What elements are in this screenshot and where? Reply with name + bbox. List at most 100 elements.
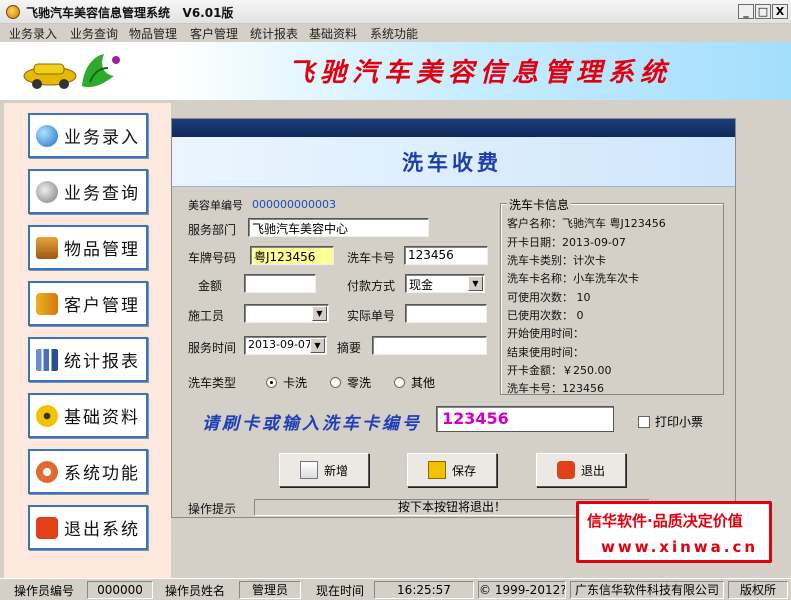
menu-item[interactable]: 系统功能 (370, 25, 418, 42)
chevron-down-icon[interactable]: ▼ (310, 338, 325, 353)
save-button[interactable]: 保存 (407, 453, 497, 487)
amount-label: 金额 (198, 279, 223, 293)
menu-item[interactable]: 物品管理 (129, 25, 177, 42)
card-info-group: 洗车卡信息 客户名称：飞驰汽车 粤J123456 开卡日期：2013-09-07… (500, 196, 724, 395)
restore-button[interactable]: □ (755, 4, 771, 19)
service-time-label: 服务时间 (188, 341, 237, 355)
promo-slogan: 信华软件·品质决定价值 (587, 512, 743, 530)
sidebar-item-goods[interactable]: 物品管理 (28, 225, 148, 270)
pay-method-label: 付款方式 (347, 279, 396, 293)
card-no-label: 洗车卡号 (347, 251, 396, 265)
operator-no-value: 000000 (87, 581, 153, 599)
banner: 飞驰汽车美容信息管理系统 (0, 42, 791, 100)
chevron-down-icon[interactable]: ▼ (468, 276, 483, 291)
sidebar-item-label: 系统功能 (64, 464, 140, 484)
menu-item[interactable]: 基础资料 (309, 25, 357, 42)
operator-no-label: 操作员编号 (14, 584, 75, 598)
sidebar-item-basic-data[interactable]: 基础资料 (28, 393, 148, 438)
exit-button[interactable]: 退出 (536, 453, 626, 487)
sidebar-item-label: 业务录入 (64, 128, 140, 148)
worker-select[interactable]: ▼ (244, 304, 329, 323)
amount-field[interactable] (244, 274, 316, 293)
panel-header: 洗车收费 (172, 137, 735, 187)
card-info-line: 开卡金额：￥250.00 (507, 364, 612, 377)
copyright-text: © 1999-2012? (478, 581, 566, 599)
card-info-line: 客户名称：飞驰汽车 粤J123456 (507, 217, 666, 230)
wash-type-single-radio[interactable]: 零洗 (330, 374, 371, 391)
users-icon (36, 292, 58, 315)
title-bar: 飞驰汽车美容信息管理系统 V6.01版 _ □ X (0, 0, 791, 24)
banner-title: 飞驰汽车美容信息管理系统 (288, 58, 673, 88)
actual-no-label: 实际单号 (347, 309, 396, 323)
globe-icon (36, 124, 58, 147)
car-logo (20, 46, 124, 96)
menu-item[interactable]: 统计报表 (250, 25, 298, 42)
card-number-input[interactable]: 123456 (436, 406, 614, 432)
minimize-button[interactable]: _ (738, 4, 754, 19)
new-document-icon (299, 461, 318, 479)
plate-label: 车牌号码 (188, 251, 237, 265)
sidebar-item-business-entry[interactable]: 业务录入 (28, 113, 148, 158)
chevron-down-icon[interactable]: ▼ (312, 306, 327, 321)
sidebar-item-label: 基础资料 (64, 408, 140, 428)
worker-label: 施工员 (188, 309, 225, 323)
operator-name-label: 操作员姓名 (165, 584, 226, 598)
radio-dot (266, 377, 277, 388)
promo-url: www.xinwa.cn (601, 538, 759, 556)
menu-item[interactable]: 客户管理 (190, 25, 238, 42)
card-info-line: 洗车卡类别：计次卡 (507, 254, 606, 267)
swipe-card-prompt: 请刷卡或输入洗车卡编号 (202, 414, 422, 434)
service-time-value: 2013-09-07 (248, 338, 312, 351)
bar-chart-icon (36, 348, 58, 371)
card-info-line: 洗车卡号：123456 (507, 382, 604, 395)
actual-no-field[interactable] (405, 304, 487, 323)
service-time-picker[interactable]: 2013-09-07 ▼ (244, 336, 327, 355)
hint-label: 操作提示 (188, 502, 237, 516)
card-info-line: 已使用次数： 0 (507, 309, 584, 322)
radio-label: 零洗 (347, 376, 372, 390)
save-button-label: 保存 (451, 463, 476, 478)
sidebar-item-label: 统计报表 (64, 352, 140, 372)
pay-method-select[interactable]: 现金 ▼ (405, 274, 485, 293)
sidebar-item-customers[interactable]: 客户管理 (28, 281, 148, 326)
pay-method-value: 现金 (409, 278, 434, 292)
card-info-line: 洗车卡名称：小车洗车次卡 (507, 272, 639, 285)
panel-top-bar (172, 119, 735, 137)
sidebar-item-reports[interactable]: 统计报表 (28, 337, 148, 382)
rights-text: 版权所 (728, 581, 788, 599)
card-info-line: 开始使用时间： (507, 327, 584, 340)
dept-field[interactable]: 飞驰汽车美容中心 (248, 218, 429, 237)
sidebar-item-exit[interactable]: 退出系统 (28, 505, 148, 550)
dept-label: 服务部门 (188, 223, 237, 237)
search-icon (36, 180, 58, 203)
new-button[interactable]: 新增 (279, 453, 369, 487)
menu-item[interactable]: 业务录入 (9, 25, 57, 42)
plate-field[interactable]: 粤J123456 (250, 246, 334, 265)
radio-label: 其他 (411, 376, 436, 390)
wash-type-other-radio[interactable]: 其他 (394, 374, 435, 391)
sidebar: 业务录入 业务查询 物品管理 客户管理 统计报表 基础资料 系统功能 退出系统 (4, 103, 171, 578)
order-no-label: 美容单编号 (188, 199, 243, 212)
card-info-line: 结束使用时间： (507, 346, 584, 359)
menu-item[interactable]: 业务查询 (70, 25, 118, 42)
form-title: 洗车收费 (402, 150, 502, 175)
memo-field[interactable] (372, 336, 487, 355)
menu-bar: 业务录入 业务查询 物品管理 客户管理 统计报表 基础资料 系统功能 (0, 24, 791, 42)
floppy-icon (427, 461, 446, 479)
sidebar-item-system[interactable]: 系统功能 (28, 449, 148, 494)
sidebar-item-label: 退出系统 (64, 520, 140, 540)
box-icon (36, 236, 58, 259)
print-receipt-checkbox[interactable]: 打印小票 (638, 413, 703, 430)
close-button[interactable]: X (772, 4, 788, 19)
current-time-value: 16:25:57 (374, 581, 474, 599)
sidebar-item-business-query[interactable]: 业务查询 (28, 169, 148, 214)
app-icon (6, 5, 20, 19)
power-icon (556, 461, 575, 479)
memo-label: 摘要 (337, 341, 362, 355)
promo-stamp: 信华软件·品质决定价值 www.xinwa.cn (576, 501, 772, 563)
print-receipt-label: 打印小票 (655, 415, 704, 429)
car-wash-charge-panel: 洗车收费 美容单编号 000000000003 服务部门 飞驰汽车美容中心 车牌… (171, 118, 736, 518)
card-no-field[interactable]: 123456 (404, 246, 488, 265)
status-bar: 操作员编号 000000 操作员姓名 管理员 现在时间 16:25:57 © 1… (0, 578, 791, 600)
wash-type-card-radio[interactable]: 卡洗 (266, 374, 307, 391)
